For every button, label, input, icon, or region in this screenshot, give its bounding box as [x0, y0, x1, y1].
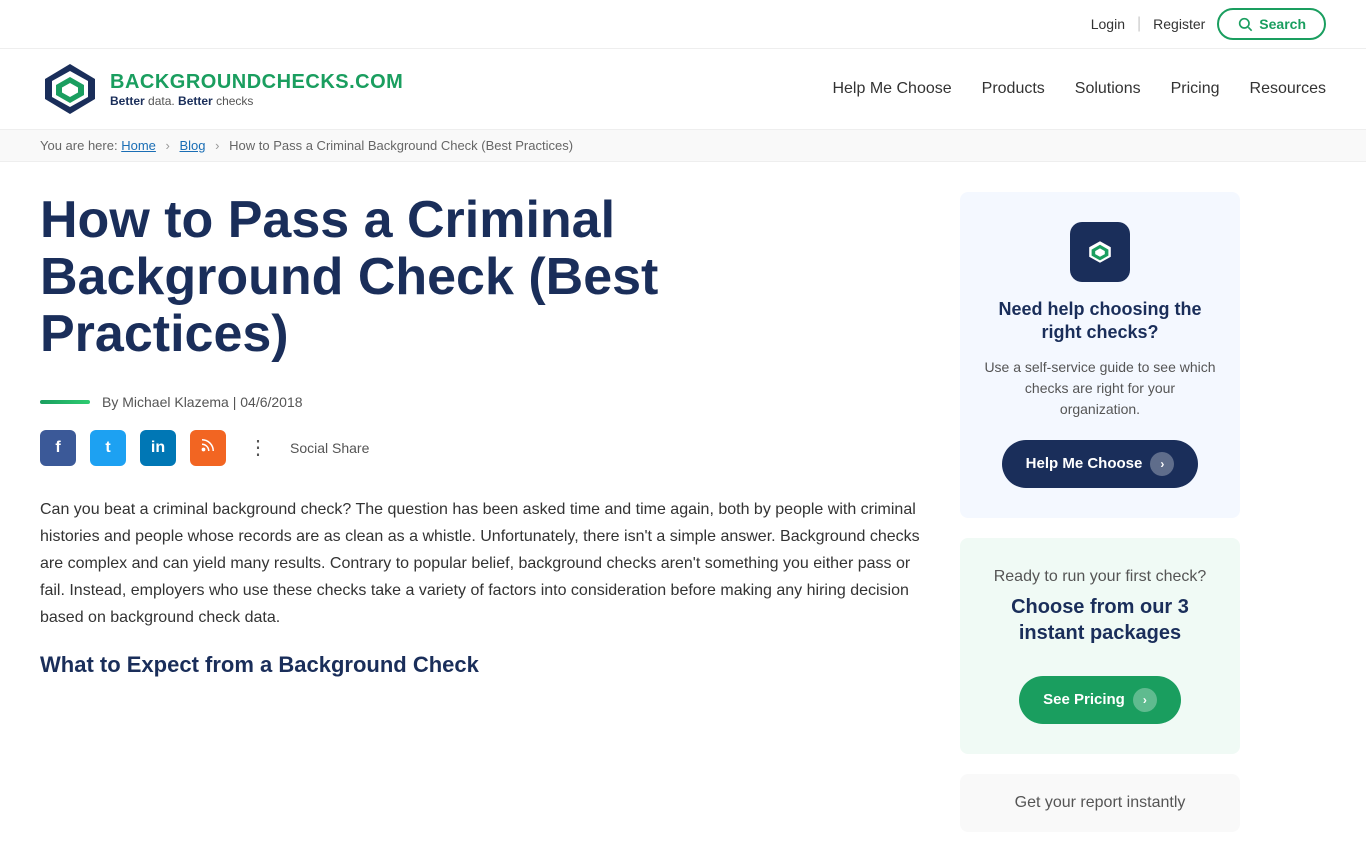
logo-icon: [40, 59, 100, 119]
breadcrumb: You are here: Home › Blog › How to Pass …: [0, 130, 1366, 162]
article-paragraph-1: Can you beat a criminal background check…: [40, 496, 920, 632]
navigation: BACKGROUNDCHECKS.COM Better data. Better…: [0, 49, 1366, 130]
sidebar-pricing-title: Ready to run your first check?: [984, 568, 1216, 586]
breadcrumb-home[interactable]: Home: [121, 138, 156, 153]
logo-tagline: Better data. Better checks: [110, 94, 403, 108]
search-button[interactable]: Search: [1217, 8, 1326, 40]
logo-text: BACKGROUNDCHECKS.COM Better data. Better…: [110, 71, 403, 108]
top-bar: Login | Register Search: [0, 0, 1366, 49]
search-icon: [1237, 16, 1253, 32]
article-subheading: What to Expect from a Background Check: [40, 652, 920, 678]
breadcrumb-current: How to Pass a Criminal Background Check …: [229, 138, 573, 153]
sidebar-report-text: Get your report instantly: [984, 794, 1216, 812]
see-pricing-button[interactable]: See Pricing ›: [1019, 676, 1181, 724]
logo-name: BACKGROUNDCHECKS.COM: [110, 71, 403, 94]
sidebar-pricing-bold: Choose from our 3 instant packages: [984, 594, 1216, 646]
nav-pricing[interactable]: Pricing: [1171, 80, 1220, 98]
logo-link[interactable]: BACKGROUNDCHECKS.COM Better data. Better…: [40, 59, 403, 119]
linkedin-share-button[interactable]: in: [140, 430, 176, 466]
twitter-icon: t: [105, 439, 110, 457]
author-text: By Michael Klazema | 04/6/2018: [102, 394, 303, 410]
rss-share-button[interactable]: [190, 430, 226, 466]
main-content: How to Pass a Criminal Background Check …: [0, 162, 1366, 862]
logo-part2: CHECKS.COM: [262, 71, 404, 93]
breadcrumb-sep2: ›: [215, 138, 219, 153]
nav-links: Help Me Choose Products Solutions Pricin…: [832, 80, 1326, 98]
sidebar-card-pricing: Ready to run your first check? Choose fr…: [960, 538, 1240, 754]
help-me-choose-label: Help Me Choose: [1026, 455, 1143, 472]
sidebar-diamond-icon: [1082, 234, 1118, 270]
sidebar-card-report: Get your report instantly: [960, 774, 1240, 832]
social-share-bar: f t in ⋮ Social Share: [40, 430, 920, 466]
nav-solutions[interactable]: Solutions: [1075, 80, 1141, 98]
register-link[interactable]: Register: [1153, 16, 1205, 32]
breadcrumb-blog[interactable]: Blog: [180, 138, 206, 153]
sidebar-help-title: Need help choosing the right checks?: [984, 298, 1216, 345]
breadcrumb-prefix: You are here:: [40, 138, 118, 153]
author-line: By Michael Klazema | 04/6/2018: [40, 394, 920, 410]
facebook-icon: f: [55, 439, 60, 457]
divider: |: [1137, 15, 1141, 33]
help-me-choose-button[interactable]: Help Me Choose ›: [1002, 440, 1199, 488]
article-title: How to Pass a Criminal Background Check …: [40, 192, 920, 364]
nav-products[interactable]: Products: [982, 80, 1045, 98]
arrow-circle-icon: ›: [1150, 452, 1174, 476]
sidebar-card-help: Need help choosing the right checks? Use…: [960, 192, 1240, 518]
search-label: Search: [1259, 16, 1306, 32]
sidebar: Need help choosing the right checks? Use…: [960, 192, 1240, 832]
sidebar-logo-icon: [1070, 222, 1130, 282]
twitter-share-button[interactable]: t: [90, 430, 126, 466]
login-link[interactable]: Login: [1091, 16, 1125, 32]
pricing-arrow-icon: ›: [1133, 688, 1157, 712]
sidebar-help-text: Use a self-service guide to see which ch…: [984, 357, 1216, 420]
see-pricing-label: See Pricing: [1043, 691, 1125, 708]
linkedin-icon: in: [151, 439, 165, 457]
facebook-share-button[interactable]: f: [40, 430, 76, 466]
nav-resources[interactable]: Resources: [1250, 80, 1326, 98]
social-label: Social Share: [290, 440, 369, 456]
breadcrumb-sep1: ›: [166, 138, 170, 153]
rss-icon: [199, 436, 217, 459]
author-bar-decoration: [40, 400, 90, 404]
more-share-button[interactable]: ⋮: [240, 430, 276, 466]
nav-help-me-choose[interactable]: Help Me Choose: [832, 80, 951, 98]
article-body: Can you beat a criminal background check…: [40, 496, 920, 678]
logo-part1: BACKGROUND: [110, 71, 262, 93]
article-area: How to Pass a Criminal Background Check …: [40, 192, 920, 832]
